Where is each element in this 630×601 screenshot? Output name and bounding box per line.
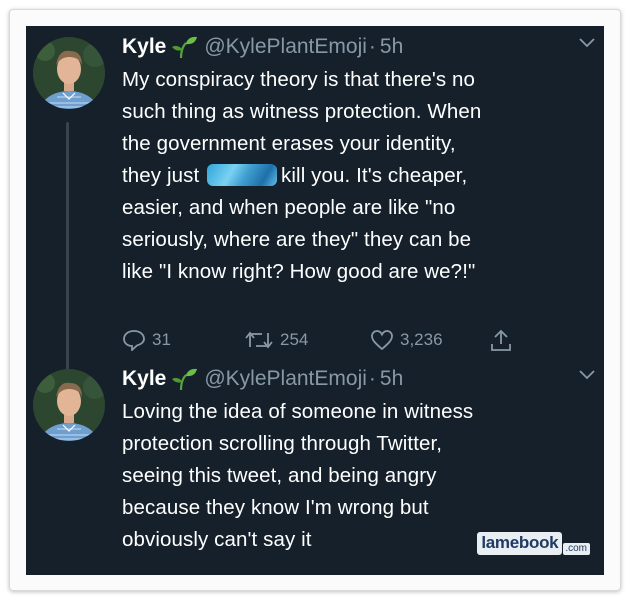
redaction-scribble [207,164,278,186]
tweet-text-line: they just kill you. It's cheaper, [122,160,592,192]
retweet-count: 254 [280,330,309,349]
chevron-down-icon[interactable] [578,368,596,382]
timestamp[interactable]: 5h [380,32,403,62]
tweet-text-line: Loving the idea of someone in witness [122,400,474,423]
tweet-text-line: the government erases your identity, [122,132,456,155]
share-button[interactable] [490,328,518,352]
tweet-text-fragment: they just [122,164,200,187]
separator-dot: · [368,35,376,58]
tweet-text-line: My conspiracy theory is that there's no [122,68,476,91]
like-count: 3,236 [400,330,443,349]
tweet-text-line: protection scrolling through Twitter, [122,432,443,455]
seedling-icon [172,368,198,391]
reply-icon [123,330,145,351]
avatar[interactable] [33,37,105,109]
retweet-button[interactable]: 254 [244,329,370,351]
thread-connector-line [66,122,69,377]
tweet-text-line: because they know I'm wrong but [122,496,429,519]
retweet-icon [245,331,273,349]
reply-button[interactable]: 31 [122,329,244,351]
tweet-text-line: seeing this tweet, and being angry [122,464,437,487]
chevron-down-icon[interactable] [578,36,596,50]
tweet-header: Kyle @KylePlantEmoji · 5h [122,364,403,394]
avatar[interactable] [33,369,105,441]
watermark-logo-text: lamebook [477,532,563,555]
timestamp[interactable]: 5h [380,364,403,394]
user-handle[interactable]: @KylePlantEmoji [204,364,367,394]
tweet-text-line: easier, and when people are like "no [122,196,456,219]
tweet-text-line: like "I know right? How good are we?!" [122,260,476,283]
like-button[interactable]: 3,236 [370,329,490,351]
tweet-actions: 31 254 3,236 [122,326,542,354]
display-name[interactable]: Kyle [122,364,166,394]
tweet-text: My conspiracy theory is that there's no … [122,64,592,288]
watermark-suffix: .com [563,543,590,555]
tweet-text-fragment: kill you. It's cheaper, [281,164,468,187]
reply-count: 31 [152,330,171,349]
user-handle[interactable]: @KylePlantEmoji [204,32,367,62]
lamebook-watermark: lamebook .com [477,532,590,555]
seedling-icon [172,36,198,59]
tweet-text-line: seriously, where are they" they can be [122,228,472,251]
share-icon [491,329,511,351]
tweet-header: Kyle @KylePlantEmoji · 5h [122,32,403,62]
tweet-thread: Kyle @KylePlantEmoji · 5h My conspiracy … [26,26,604,575]
separator-dot: · [368,367,376,390]
heart-icon [371,330,393,351]
tweet-text-line: such thing as witness protection. When [122,100,482,123]
display-name[interactable]: Kyle [122,32,166,62]
